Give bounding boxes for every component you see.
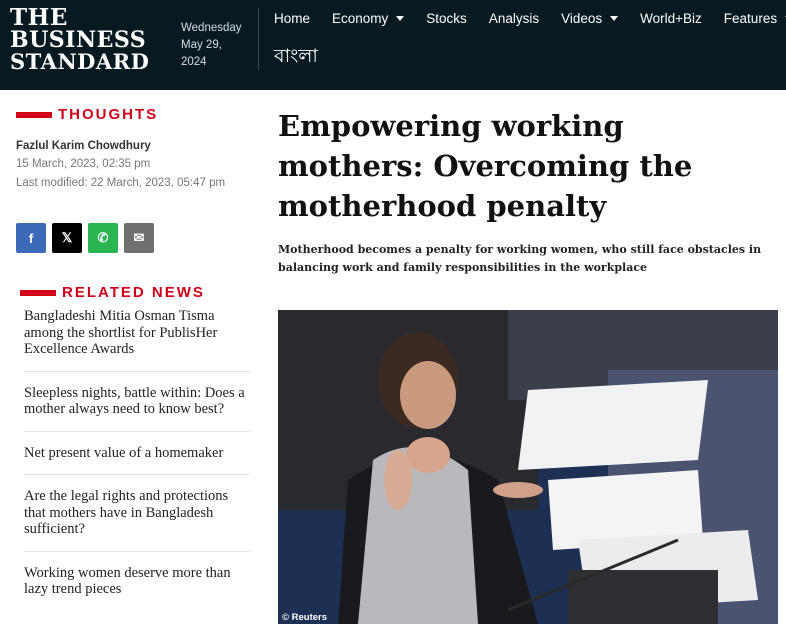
share-facebook-button[interactable]: f bbox=[16, 223, 46, 253]
date-monthday: May 29, bbox=[181, 39, 222, 51]
logo-line: THE bbox=[10, 4, 68, 31]
nav-label: Home bbox=[274, 10, 311, 26]
share-email-button[interactable]: ✉ bbox=[124, 223, 154, 253]
related-news-title: RELATED NEWS bbox=[62, 284, 205, 301]
section-bar bbox=[20, 289, 56, 296]
share-x-button[interactable]: 𝕏 bbox=[52, 223, 82, 253]
nav-economy[interactable]: Economy bbox=[332, 10, 405, 26]
related-news-list: Bangladeshi Mitia Osman Tisma among the … bbox=[24, 308, 250, 624]
section-title: THOUGHTS bbox=[58, 106, 159, 123]
chevron-down-icon bbox=[396, 15, 405, 21]
site-logo[interactable]: THE BUSINESS STANDARD bbox=[10, 4, 150, 74]
published-date: 15 March, 2023, 02:35 pm bbox=[16, 158, 151, 170]
nav-home[interactable]: Home bbox=[274, 11, 310, 26]
x-icon: 𝕏 bbox=[61, 230, 73, 245]
nav-label: Analysis bbox=[488, 10, 540, 26]
section-label[interactable]: THOUGHTS bbox=[16, 106, 158, 123]
modified-date: Last modified: 22 March, 2023, 05:47 pm bbox=[16, 177, 226, 189]
nav-videos[interactable]: Videos bbox=[561, 10, 619, 26]
nav-stocks[interactable]: Stocks bbox=[426, 11, 467, 26]
nav-analysis[interactable]: Analysis bbox=[489, 11, 539, 26]
bangla-link[interactable]: বাংলা bbox=[274, 42, 318, 74]
nav-world-biz[interactable]: World+Biz bbox=[640, 11, 702, 26]
nav-label: Stocks bbox=[426, 10, 467, 26]
related-news-item[interactable]: Working women deserve more than lazy tre… bbox=[24, 565, 250, 611]
nav-label: Videos bbox=[561, 10, 603, 26]
author-name[interactable]: Fazlul Karim Chowdhury bbox=[16, 140, 151, 152]
related-news-item[interactable]: Are the legal rights and protections tha… bbox=[24, 488, 250, 552]
main-nav: Home Economy Stocks Analysis Videos Worl… bbox=[274, 10, 786, 26]
site-header: THE BUSINESS STANDARD Wednesday May 29, … bbox=[0, 0, 786, 90]
related-news-item[interactable]: Bangladeshi Mitia Osman Tisma among the … bbox=[24, 308, 250, 372]
related-news-header: RELATED NEWS bbox=[20, 284, 205, 301]
nav-label: Features bbox=[723, 10, 778, 26]
header-date: Wednesday May 29, 2024 bbox=[181, 20, 242, 71]
date-weekday: Wednesday bbox=[181, 22, 242, 34]
article-standfirst: Motherhood becomes a penalty for working… bbox=[278, 243, 762, 274]
facebook-icon: f bbox=[28, 230, 34, 246]
email-icon: ✉ bbox=[133, 230, 145, 245]
chevron-down-icon bbox=[610, 15, 619, 21]
header-divider bbox=[258, 8, 259, 70]
nav-label: Economy bbox=[332, 10, 389, 26]
photo-credit: © Reuters bbox=[282, 612, 328, 623]
date-year: 2024 bbox=[181, 56, 207, 68]
article-photo bbox=[278, 310, 778, 624]
nav-features[interactable]: Features bbox=[724, 11, 786, 26]
photo-illustration bbox=[278, 310, 778, 624]
article-headline: Empowering working mothers: Overcoming t… bbox=[278, 109, 693, 223]
share-whatsapp-button[interactable]: ✆ bbox=[88, 223, 118, 253]
nav-label: World+Biz bbox=[640, 10, 702, 26]
whatsapp-icon: ✆ bbox=[97, 230, 109, 245]
related-news-item[interactable]: Sleepless nights, battle within: Does a … bbox=[24, 385, 250, 432]
related-news-item[interactable]: Net present value of a homemaker bbox=[24, 445, 250, 475]
logo-line: STANDARD bbox=[10, 49, 150, 74]
logo-line: BUSINESS bbox=[10, 27, 147, 53]
section-bar bbox=[16, 111, 52, 118]
